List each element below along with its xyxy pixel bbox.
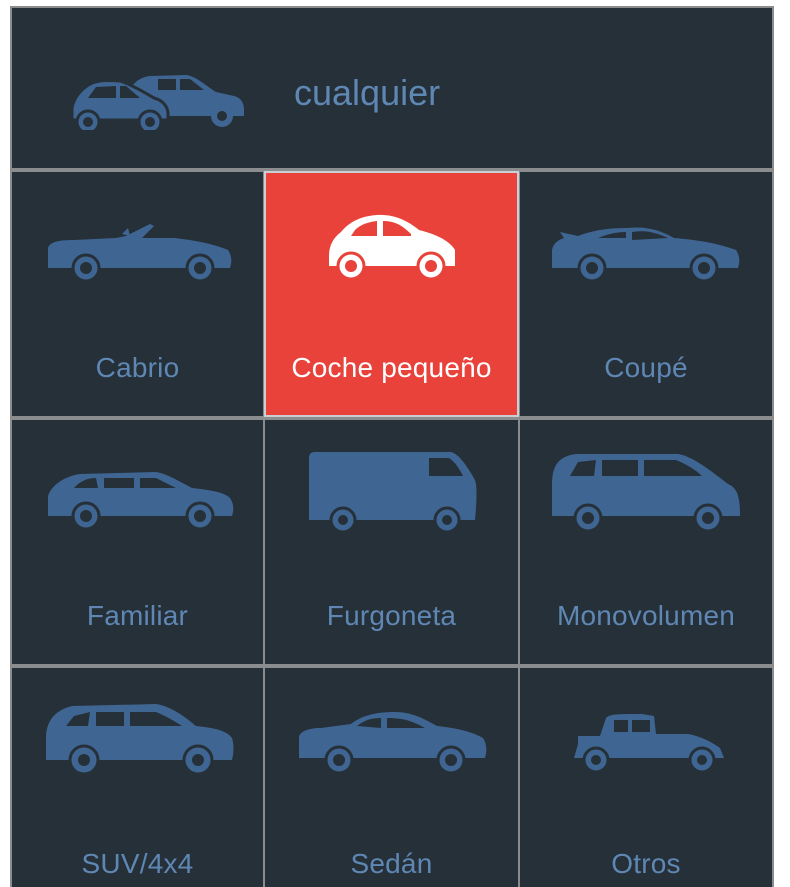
- van-icon: [309, 452, 477, 532]
- vintage-car-icon: [574, 714, 724, 774]
- body-type-selector: cualquier Cabrio Coche pequeño Coupé Fam…: [10, 6, 774, 887]
- small-car-icon: [329, 214, 455, 280]
- option-coupe[interactable]: Coupé: [520, 172, 772, 416]
- option-suv[interactable]: SUV/4x4: [12, 668, 263, 887]
- option-cabrio[interactable]: Cabrio: [12, 172, 263, 416]
- option-sedan[interactable]: Sedán: [265, 668, 518, 887]
- convertible-car-icon: [48, 224, 232, 280]
- option-label: Sedán: [350, 848, 433, 879]
- option-furgoneta[interactable]: Furgoneta: [265, 420, 518, 664]
- option-monovolumen[interactable]: Monovolumen: [520, 420, 772, 664]
- option-label: SUV/4x4: [81, 848, 194, 879]
- option-label: Monovolumen: [556, 600, 736, 631]
- coupe-car-icon: [552, 227, 740, 280]
- minivan-icon: [552, 454, 740, 532]
- two-cars-icon: [70, 75, 244, 130]
- option-any-label: cualquier: [294, 72, 441, 113]
- option-label: Coupé: [604, 352, 688, 383]
- suv-icon: [46, 704, 234, 776]
- option-any[interactable]: cualquier: [12, 8, 772, 168]
- option-label: Furgoneta: [326, 600, 457, 631]
- estate-car-icon: [48, 472, 234, 530]
- option-label: Coche pequeño: [291, 352, 492, 383]
- option-label: Cabrio: [95, 352, 180, 383]
- sedan-car-icon: [299, 712, 487, 775]
- option-label: Familiar: [86, 600, 189, 631]
- option-familiar[interactable]: Familiar: [12, 420, 263, 664]
- option-label: Otros: [611, 848, 681, 879]
- option-otros[interactable]: Otros: [520, 668, 772, 887]
- option-coche-pequeno[interactable]: Coche pequeño: [264, 171, 519, 417]
